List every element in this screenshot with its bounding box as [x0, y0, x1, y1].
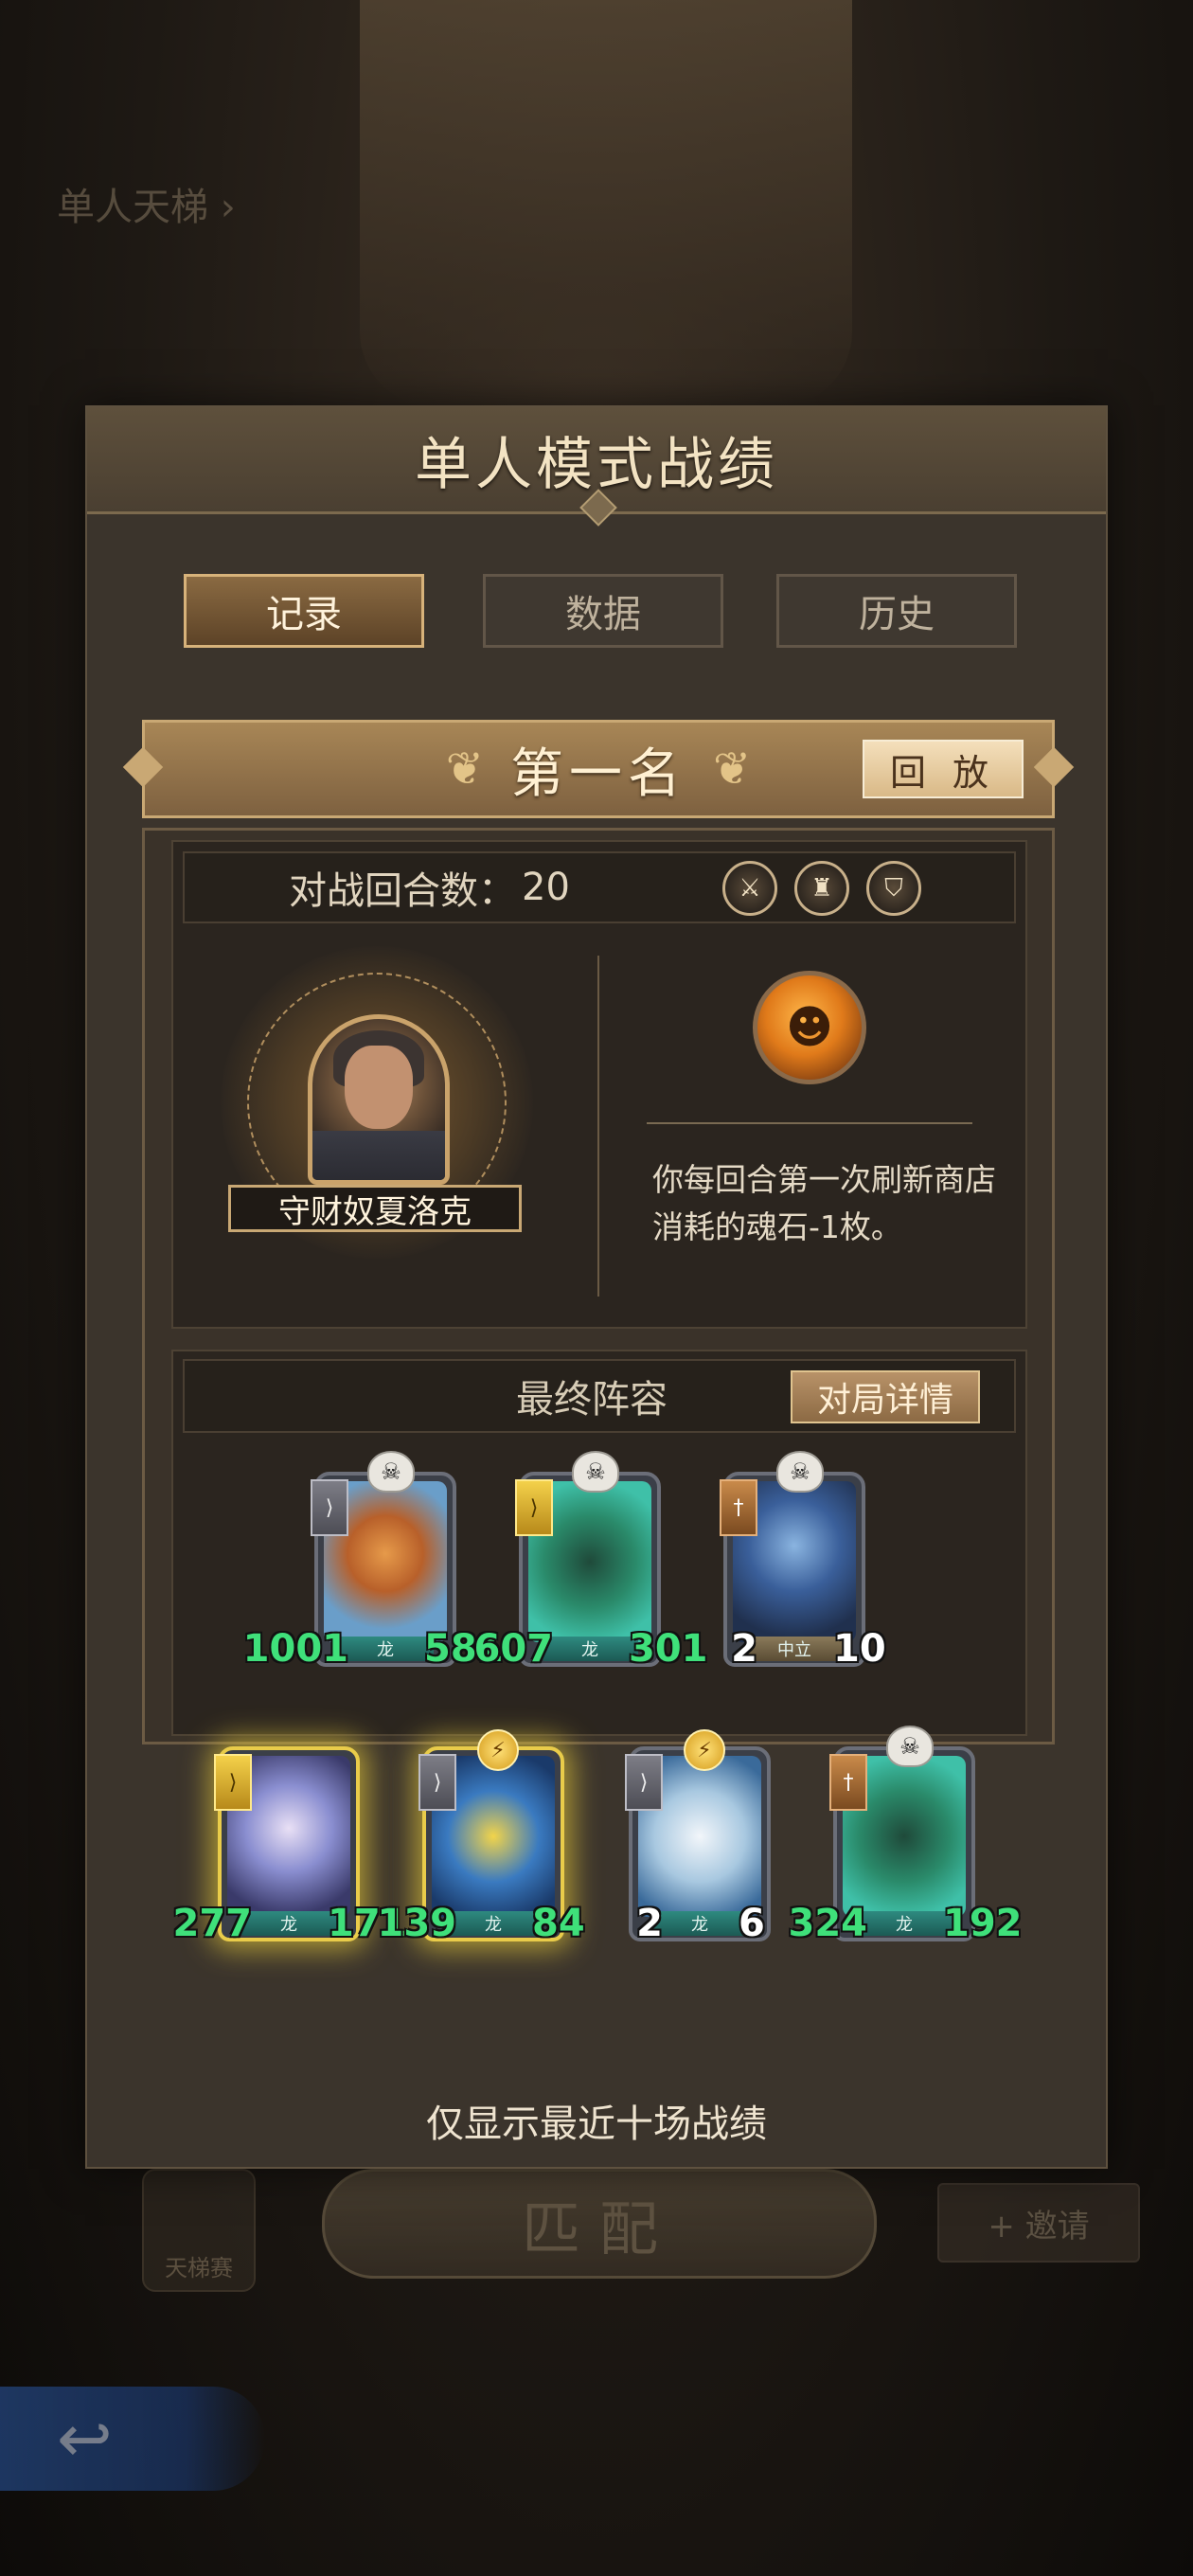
card-health: 10 — [833, 1627, 886, 1671]
background-ladder-icon: 天梯赛 — [142, 2169, 256, 2292]
card-attack: 2 — [731, 1627, 757, 1671]
skull-icon: ☠ — [776, 1451, 824, 1493]
hero-portrait[interactable] — [308, 1014, 450, 1185]
card-tribe: 龙 — [542, 1637, 638, 1661]
card-attack: 2 — [636, 1902, 663, 1945]
minion-card[interactable]: ⟩ 龙 277 171 — [173, 1746, 407, 1945]
lightning-icon: ⚡ — [684, 1729, 725, 1771]
hero-panel: 对战回合数： 20 ⚔ ♜ ⛉ 守财奴夏洛克 ☻ 你每回合第一次刷新商店消耗的魂… — [171, 840, 1027, 1329]
turns-bar: 对战回合数： 20 ⚔ ♜ ⛉ — [183, 851, 1016, 923]
footer-note: 仅显示最近十场战绩 — [426, 2102, 767, 2146]
hero-divider — [597, 956, 599, 1297]
card-tribe: 龙 — [337, 1637, 434, 1661]
dialog-title: 单人模式战绩 — [415, 431, 778, 498]
rank-badge-icon: ⟩ — [625, 1754, 663, 1811]
background-art — [360, 0, 852, 407]
minion-card[interactable]: ☠ ⟩ 龙 1001 581 — [243, 1451, 504, 1671]
dialog-header: 单人模式战绩 — [87, 407, 1106, 527]
card-tribe: 龙 — [856, 1911, 953, 1936]
hero-area: 守财奴夏洛克 ☻ 你每回合第一次刷新商店消耗的魂石-1枚。 — [173, 937, 1029, 1315]
background-invite-button: + 邀请 — [937, 2183, 1140, 2263]
tab-data[interactable]: 数据 — [483, 574, 723, 648]
background-match-button: 匹配 — [322, 2169, 877, 2279]
shield-icon[interactable]: ⛉ — [866, 861, 921, 916]
rank-banner: ❦ 第一名 ❦ 回 放 — [142, 720, 1055, 818]
minion-card[interactable]: ☠ † 中立 2 10 — [720, 1451, 886, 1671]
stats-dialog: 单人模式战绩 记录 数据 历史 ❦ 第一名 ❦ 回 放 对战回合数： 20 ⚔ … — [85, 405, 1108, 2169]
card-tribe: 中立 — [746, 1637, 843, 1661]
lineup-bar: 最终阵容 对局详情 — [183, 1359, 1016, 1433]
minion-card[interactable]: ☠ † 龙 324 192 — [789, 1726, 1023, 1945]
minion-card[interactable]: ⚡ ⟩ 龙 2 6 — [625, 1729, 771, 1945]
laurel-left-icon: ❦ — [445, 742, 484, 796]
skull-icon: ☠ — [367, 1451, 415, 1493]
card-tribe: 龙 — [445, 1911, 542, 1936]
turns-value: 20 — [522, 866, 570, 909]
card-health: 301 — [629, 1627, 708, 1671]
ability-description: 你每回合第一次刷新商店消耗的魂石-1枚。 — [652, 1161, 996, 1245]
background-ladder-label: 天梯赛 — [165, 2255, 233, 2281]
hero-face — [345, 1046, 413, 1129]
rank-badge-icon: ⟩ — [418, 1754, 456, 1811]
tab-history[interactable]: 历史 — [776, 574, 1017, 648]
card-tribe: 龙 — [240, 1911, 337, 1936]
rank-text: 第一名 — [510, 742, 686, 805]
hero-coat — [312, 1131, 445, 1180]
hero-name: 守财奴夏洛克 — [228, 1185, 522, 1232]
card-attack: 607 — [473, 1627, 554, 1671]
card-health: 6 — [739, 1902, 765, 1945]
card-attack: 1001 — [242, 1627, 348, 1671]
rank-badge-icon: ⟩ — [311, 1479, 348, 1536]
stat-icons: ⚔ ♜ ⛉ — [722, 861, 921, 916]
back-icon: ↩ — [0, 2387, 265, 2491]
skull-icon: ☠ — [572, 1451, 619, 1493]
card-attack: 324 — [788, 1902, 868, 1945]
card-attack: 139 — [377, 1902, 457, 1945]
match-detail-button[interactable]: 对局详情 — [791, 1370, 980, 1423]
replay-button[interactable]: 回 放 — [863, 740, 1024, 798]
lightning-icon: ⚡ — [477, 1729, 519, 1771]
skull-icon: ☠ — [886, 1726, 934, 1767]
tab-record[interactable]: 记录 — [184, 574, 424, 648]
hero-ability-icon[interactable]: ☻ — [753, 971, 866, 1084]
ability-divider — [647, 1122, 972, 1124]
card-health: 192 — [943, 1902, 1023, 1945]
card-attack: 277 — [172, 1902, 253, 1945]
card-health: 84 — [532, 1902, 585, 1945]
rank-badge-icon: † — [720, 1479, 757, 1536]
armor-icon[interactable]: ♜ — [794, 861, 849, 916]
sword-icon[interactable]: ⚔ — [722, 861, 777, 916]
lineup-title: 最终阵容 — [516, 1378, 668, 1422]
rank-badge-icon: ⟩ — [214, 1754, 252, 1811]
background-mode-label: 单人天梯 › — [57, 186, 236, 229]
turns-label: 对战回合数： — [289, 869, 516, 913]
card-tribe: 龙 — [651, 1911, 748, 1936]
minion-card[interactable]: ☠ ⟩ 龙 607 301 — [474, 1451, 708, 1671]
rank-badge-icon: † — [829, 1754, 867, 1811]
rank-badge-icon: ⟩ — [515, 1479, 553, 1536]
minion-card[interactable]: ⚡ ⟩ 龙 139 84 — [378, 1729, 585, 1945]
laurel-right-icon: ❦ — [713, 742, 752, 796]
